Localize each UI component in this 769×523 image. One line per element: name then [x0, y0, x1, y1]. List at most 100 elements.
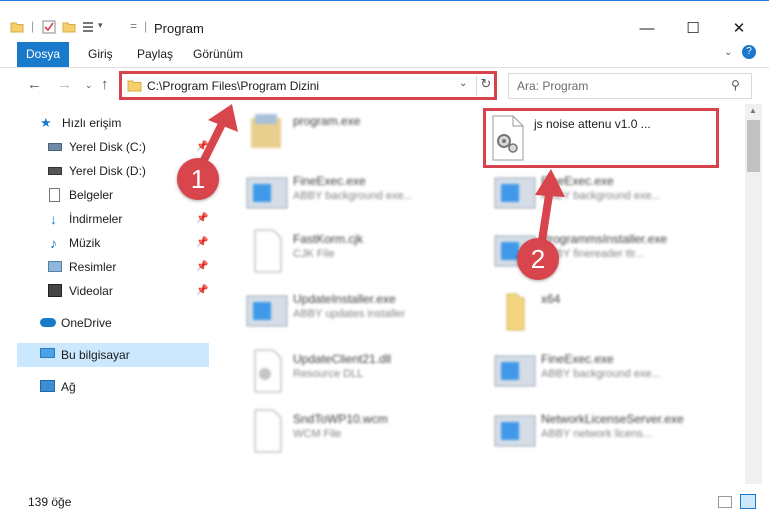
nav-item-network[interactable]: Ağ — [40, 376, 210, 398]
file-item[interactable]: UpdateClient21.dll Resource DLL — [237, 348, 477, 404]
nav-item-downloads[interactable]: ↓ İndirmeler 📌 — [48, 208, 218, 230]
app-window-icon — [494, 415, 536, 447]
computer-icon — [40, 348, 55, 358]
nav-item-pictures[interactable]: Resimler 📌 — [48, 256, 218, 278]
file-item[interactable]: FineExec.exe ABBY background exe... — [237, 170, 477, 226]
file-description: ABBY updates installer — [293, 308, 406, 320]
pictures-icon — [48, 261, 62, 272]
close-button[interactable]: ✕ — [716, 15, 762, 43]
dll-gear-icon — [254, 349, 282, 393]
file-name: x64 — [541, 292, 561, 306]
file-description: Resource DLL — [293, 368, 364, 380]
search-input[interactable]: Ara: Program — [517, 79, 588, 93]
tab-home[interactable]: Giriş — [88, 42, 113, 67]
file-name: UpdateClient21.dll — [293, 352, 392, 366]
address-highlight-box — [119, 71, 497, 100]
nav-item-label: Yerel Disk (C:) — [69, 140, 146, 154]
app-window-icon — [246, 295, 288, 327]
download-icon: ↓ — [50, 211, 57, 227]
tab-view[interactable]: Görünüm — [193, 42, 243, 67]
pin-icon: 📌 — [196, 261, 209, 272]
separator: | — [31, 19, 35, 33]
folder-icon — [506, 293, 525, 331]
forward-arrow-icon[interactable]: → — [57, 76, 72, 93]
star-icon: ★ — [40, 115, 52, 130]
documents-icon — [49, 188, 60, 202]
callout-badge-1: 1 — [177, 158, 219, 200]
blank-file-icon — [254, 409, 282, 453]
scroll-thumb[interactable] — [747, 120, 760, 172]
pin-icon: 📌 — [196, 213, 209, 224]
nav-item-music[interactable]: ♪ Müzik 📌 — [48, 232, 218, 254]
divider: = — [130, 19, 138, 33]
window-title: Program — [154, 21, 204, 36]
chevron-down-icon[interactable]: ▾ — [98, 20, 103, 31]
nav-item-onedrive[interactable]: OneDrive — [40, 312, 210, 334]
nav-item-label: Yerel Disk (D:) — [69, 164, 146, 178]
callout-badge-2: 2 — [517, 238, 559, 280]
large-icons-view-icon[interactable] — [740, 494, 756, 509]
file-list: program.exe FineExec.exe ABBY background… — [215, 104, 745, 484]
file-item[interactable]: FineExec.exe ABBY background exe... — [485, 348, 725, 404]
nav-item-label: OneDrive — [61, 316, 112, 330]
file-name: program.exe — [293, 114, 361, 128]
highlighted-file-item[interactable]: js noise attenu v1.0 ... — [483, 108, 719, 168]
nav-item-videos[interactable]: Videolar 📌 — [48, 280, 218, 302]
blank-file-icon — [254, 229, 282, 273]
ribbon-tabs: Dosya Giriş Paylaş Görünüm ⌄ ? — [0, 42, 769, 68]
file-name: js noise attenu v1.0 ... — [534, 117, 651, 131]
ribbon-collapse-icon[interactable]: ⌄ — [724, 47, 732, 58]
tab-file[interactable]: Dosya — [17, 42, 69, 67]
scroll-up-icon[interactable]: ▲ — [749, 106, 757, 115]
nav-item-label: Ağ — [61, 380, 76, 394]
file-name: FastKorm.cjk — [293, 232, 364, 246]
details-view-icon[interactable] — [718, 496, 732, 508]
vertical-scrollbar[interactable]: ▲ — [745, 104, 762, 484]
app-window-icon — [246, 177, 288, 209]
maximize-button[interactable]: ☐ — [670, 15, 716, 43]
nav-item-label: Müzik — [69, 236, 101, 250]
tab-share[interactable]: Paylaş — [137, 42, 173, 67]
file-name: UpdateInstaller.exe — [293, 292, 396, 306]
file-name: FineExec.exe — [293, 174, 366, 188]
network-icon — [40, 380, 55, 392]
file-item[interactable]: FastKorm.cjk CJK File — [237, 228, 477, 284]
file-name: SndToWP10.wcm — [293, 412, 388, 426]
nav-item-label: Bu bilgisayar — [61, 348, 130, 362]
file-item[interactable]: SndToWP10.wcm WCM File — [237, 408, 477, 464]
minimize-button[interactable]: — — [624, 15, 670, 43]
file-name: FineExec.exe — [541, 352, 614, 366]
recent-locations-icon[interactable]: ⌄ — [85, 80, 93, 91]
music-icon: ♪ — [50, 235, 57, 251]
status-bar: 139 öğe — [0, 488, 769, 523]
file-item[interactable]: UpdateInstaller.exe ABBY updates install… — [237, 288, 477, 344]
file-description: ABBY background exe... — [293, 190, 413, 202]
setup-icon — [251, 114, 281, 148]
nav-item-label: Hızlı erişim — [62, 116, 122, 130]
file-item[interactable]: program.exe — [237, 110, 477, 166]
nav-item-this-pc[interactable]: Bu bilgisayar — [40, 344, 210, 366]
new-folder-icon[interactable] — [62, 20, 76, 34]
pin-icon: 📌 — [196, 285, 209, 296]
file-description: WCM File — [293, 428, 342, 440]
cloud-icon — [40, 318, 56, 327]
item-count: 139 öğe — [28, 495, 72, 509]
search-box[interactable]: Ara: Program ⚲ — [508, 73, 752, 99]
file-description: CJK File — [293, 248, 335, 260]
file-description: ABBY background exe... — [541, 368, 661, 380]
search-icon[interactable]: ⚲ — [731, 78, 740, 92]
nav-item-label: Resimler — [69, 260, 117, 274]
file-item[interactable]: NetworkLicenseServer.exe ABBY network li… — [485, 408, 725, 464]
file-description: ABBY network licens... — [541, 428, 653, 440]
drive-icon — [48, 167, 62, 175]
nav-item-label: Belgeler — [69, 188, 114, 202]
up-arrow-icon[interactable]: ↑ — [101, 76, 109, 93]
quick-access-customize-icon[interactable] — [82, 20, 96, 34]
video-icon — [48, 284, 62, 297]
back-arrow-icon[interactable]: ← — [27, 76, 42, 93]
pin-icon: 📌 — [196, 237, 209, 248]
properties-icon[interactable] — [42, 20, 56, 34]
help-icon[interactable]: ? — [742, 45, 756, 59]
file-item[interactable]: x64 — [485, 288, 725, 344]
app-window-icon — [494, 355, 536, 387]
